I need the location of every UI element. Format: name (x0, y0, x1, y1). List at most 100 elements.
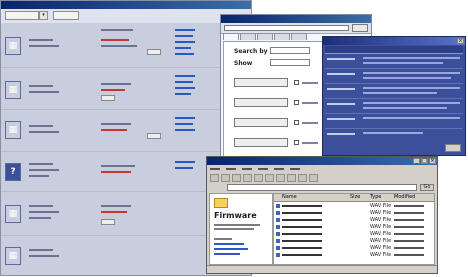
file-modified (394, 254, 424, 256)
search-button[interactable] (234, 78, 288, 87)
catalog-row[interactable]: ▦ (1, 67, 253, 110)
row-action-button[interactable] (101, 219, 115, 225)
column-modified[interactable]: Modified (394, 194, 415, 201)
menu-item[interactable] (290, 168, 300, 170)
search-button[interactable] (234, 98, 288, 107)
device-icon[interactable]: ▦ (5, 121, 21, 139)
go-button[interactable] (352, 24, 368, 32)
filter-select[interactable] (5, 11, 39, 20)
cut-icon[interactable] (243, 173, 252, 182)
option-checkbox[interactable] (294, 120, 299, 125)
explorer-titlebar[interactable]: _ □ × (207, 157, 437, 165)
help-icon[interactable]: ? (5, 163, 21, 181)
views-icon[interactable] (309, 173, 318, 182)
option-checkbox[interactable] (294, 140, 299, 145)
view-button[interactable] (53, 11, 79, 20)
row-link[interactable] (175, 123, 193, 125)
row-action-button[interactable] (147, 49, 161, 55)
row-link[interactable] (175, 75, 195, 77)
row-link[interactable] (175, 81, 193, 83)
go-button[interactable]: Go (420, 184, 434, 191)
device-icon[interactable]: ▦ (5, 247, 21, 265)
row-link[interactable] (175, 41, 195, 43)
address-input[interactable] (224, 25, 349, 31)
tab-search[interactable] (223, 33, 239, 40)
column-size[interactable]: Size (350, 194, 360, 201)
file-row[interactable]: WAV File (274, 245, 434, 251)
row-meta (29, 91, 59, 93)
tab[interactable] (274, 33, 290, 40)
row-action-button[interactable] (147, 133, 161, 139)
row-link[interactable] (175, 167, 193, 169)
row-link[interactable] (175, 35, 193, 37)
row-link[interactable] (175, 53, 194, 55)
option-checkbox[interactable] (294, 100, 299, 105)
device-icon[interactable]: ▦ (5, 37, 21, 55)
option-checkbox[interactable] (294, 80, 299, 85)
catalog-titlebar[interactable] (1, 1, 251, 9)
tab[interactable] (291, 33, 307, 40)
undo-icon[interactable] (276, 173, 285, 182)
info-value (363, 72, 460, 74)
column-name[interactable]: Name (282, 194, 297, 201)
search-button[interactable] (234, 118, 288, 127)
row-link[interactable] (175, 47, 191, 49)
properties-icon[interactable] (298, 173, 307, 182)
forward-icon[interactable] (221, 173, 230, 182)
info-titlebar[interactable]: × (323, 37, 465, 45)
row-meta (29, 85, 53, 87)
search-titlebar[interactable] (221, 15, 371, 23)
menu-item[interactable] (274, 168, 284, 170)
menu-item[interactable] (226, 168, 236, 170)
up-folder-icon[interactable] (232, 173, 241, 182)
back-icon[interactable] (210, 173, 219, 182)
info-key (327, 133, 355, 135)
row-link[interactable] (175, 29, 195, 31)
delete-icon[interactable] (287, 173, 296, 182)
row-action-button[interactable] (101, 95, 115, 101)
folder-link[interactable] (214, 253, 240, 255)
tab[interactable] (257, 33, 273, 40)
row-link[interactable] (175, 93, 191, 95)
row-link[interactable] (175, 129, 195, 131)
column-type[interactable]: Type (370, 194, 381, 201)
paste-icon[interactable] (265, 173, 274, 182)
search-by-input[interactable] (270, 47, 310, 54)
catalog-row[interactable]: ▦ (1, 109, 253, 152)
folder-link[interactable] (214, 243, 244, 245)
device-icon[interactable]: ▦ (5, 205, 21, 223)
file-row[interactable]: WAV File (274, 252, 434, 258)
folder-link[interactable] (214, 248, 248, 250)
address-input[interactable] (227, 184, 417, 191)
file-type: WAV File (370, 210, 392, 216)
tab[interactable] (240, 33, 256, 40)
copy-icon[interactable] (254, 173, 263, 182)
show-input[interactable] (270, 59, 310, 66)
search-button[interactable] (234, 138, 288, 147)
folder-hint (214, 228, 254, 230)
filter-dropdown-icon[interactable]: ▾ (39, 11, 48, 20)
maximize-icon[interactable]: □ (421, 158, 428, 164)
menu-item[interactable] (242, 168, 252, 170)
ok-button[interactable] (445, 144, 461, 152)
menu-item[interactable] (210, 168, 220, 170)
minimize-icon[interactable]: _ (413, 158, 420, 164)
info-row (325, 129, 463, 143)
file-row[interactable]: WAV File (274, 203, 434, 209)
file-row[interactable]: WAV File (274, 238, 434, 244)
catalog-row[interactable]: ▦ (1, 23, 253, 68)
file-row[interactable]: WAV File (274, 224, 434, 230)
file-row[interactable]: WAV File (274, 231, 434, 237)
row-link[interactable] (175, 117, 195, 119)
close-icon[interactable]: × (429, 158, 436, 164)
device-icon[interactable]: ▦ (5, 81, 21, 99)
row-link[interactable] (175, 87, 195, 89)
close-icon[interactable]: × (457, 38, 464, 44)
file-row[interactable]: WAV File (274, 217, 434, 223)
info-value (363, 117, 460, 119)
row-link[interactable] (175, 161, 195, 163)
file-row[interactable]: WAV File (274, 210, 434, 216)
row-title (101, 165, 135, 167)
file-name (282, 254, 322, 256)
menu-item[interactable] (258, 168, 268, 170)
